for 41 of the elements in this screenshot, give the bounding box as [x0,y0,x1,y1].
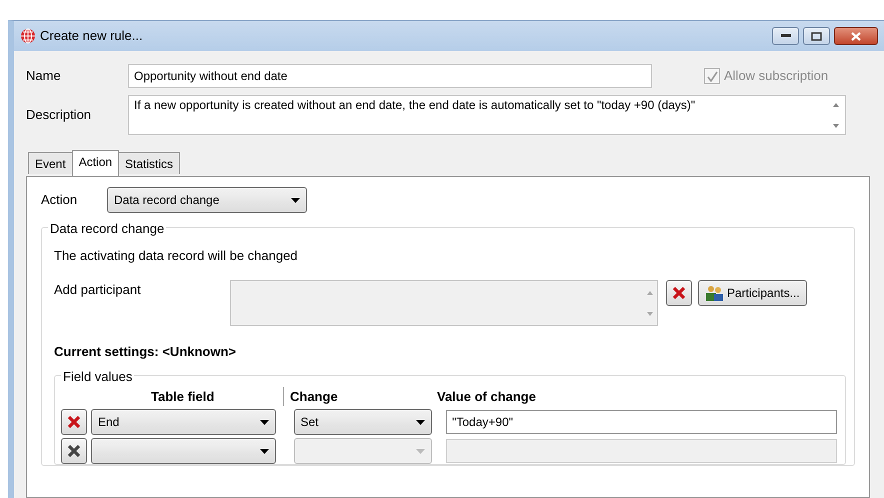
caret-icon [260,420,268,424]
delete-button[interactable] [666,280,692,306]
tab[interactable]: Action [72,150,120,176]
caret-icon [260,448,268,454]
table-field-dropdown[interactable] [91,438,276,464]
caret-icon [291,198,300,202]
people-icon [705,284,723,300]
action-dropdown[interactable]: Data record change [107,187,307,213]
minimize-icon [780,34,790,38]
participants-button[interactable]: Participants... [698,280,807,306]
table-field-dropdown[interactable]: End [91,409,276,435]
close-button[interactable] [834,27,878,45]
delete-icon [67,444,81,458]
action-label: Action [41,191,78,210]
column-header: Table field [151,388,216,406]
value-field[interactable]: "Today+90" [446,410,837,434]
description-label: Description [25,106,92,124]
participant-label: Add participant [54,280,142,299]
caret-icon [416,448,426,454]
info-text: The activating data record will be changed [54,247,299,265]
globe-icon [20,28,36,44]
name-field[interactable]: Opportunity without end date [128,64,652,88]
close-icon [851,32,861,40]
column-header: Value of change [437,388,537,406]
caret-icon [416,420,426,424]
checkbox-label: Allow subscription [724,67,828,86]
participant-field[interactable] [230,280,658,326]
tab[interactable]: Event [28,152,73,174]
delete-icon [67,415,81,429]
tab[interactable]: Statistics [118,152,180,174]
name-label: Name [25,67,62,86]
change-dropdown[interactable]: Set [294,409,432,435]
minimize-button[interactable] [772,27,799,45]
maximize-icon [811,32,822,40]
window-title: Create new rule... [40,27,143,46]
column-header: Change [283,386,437,406]
description-field[interactable]: If a new opportunity is created without an end date, the end date is automatically set to "today +90 (days)" [128,95,846,135]
current-settings-text: Current settings: <Unknown> [54,342,238,361]
delete-icon [672,286,686,300]
maximize-button[interactable] [803,27,830,45]
delete-button[interactable] [61,409,87,435]
